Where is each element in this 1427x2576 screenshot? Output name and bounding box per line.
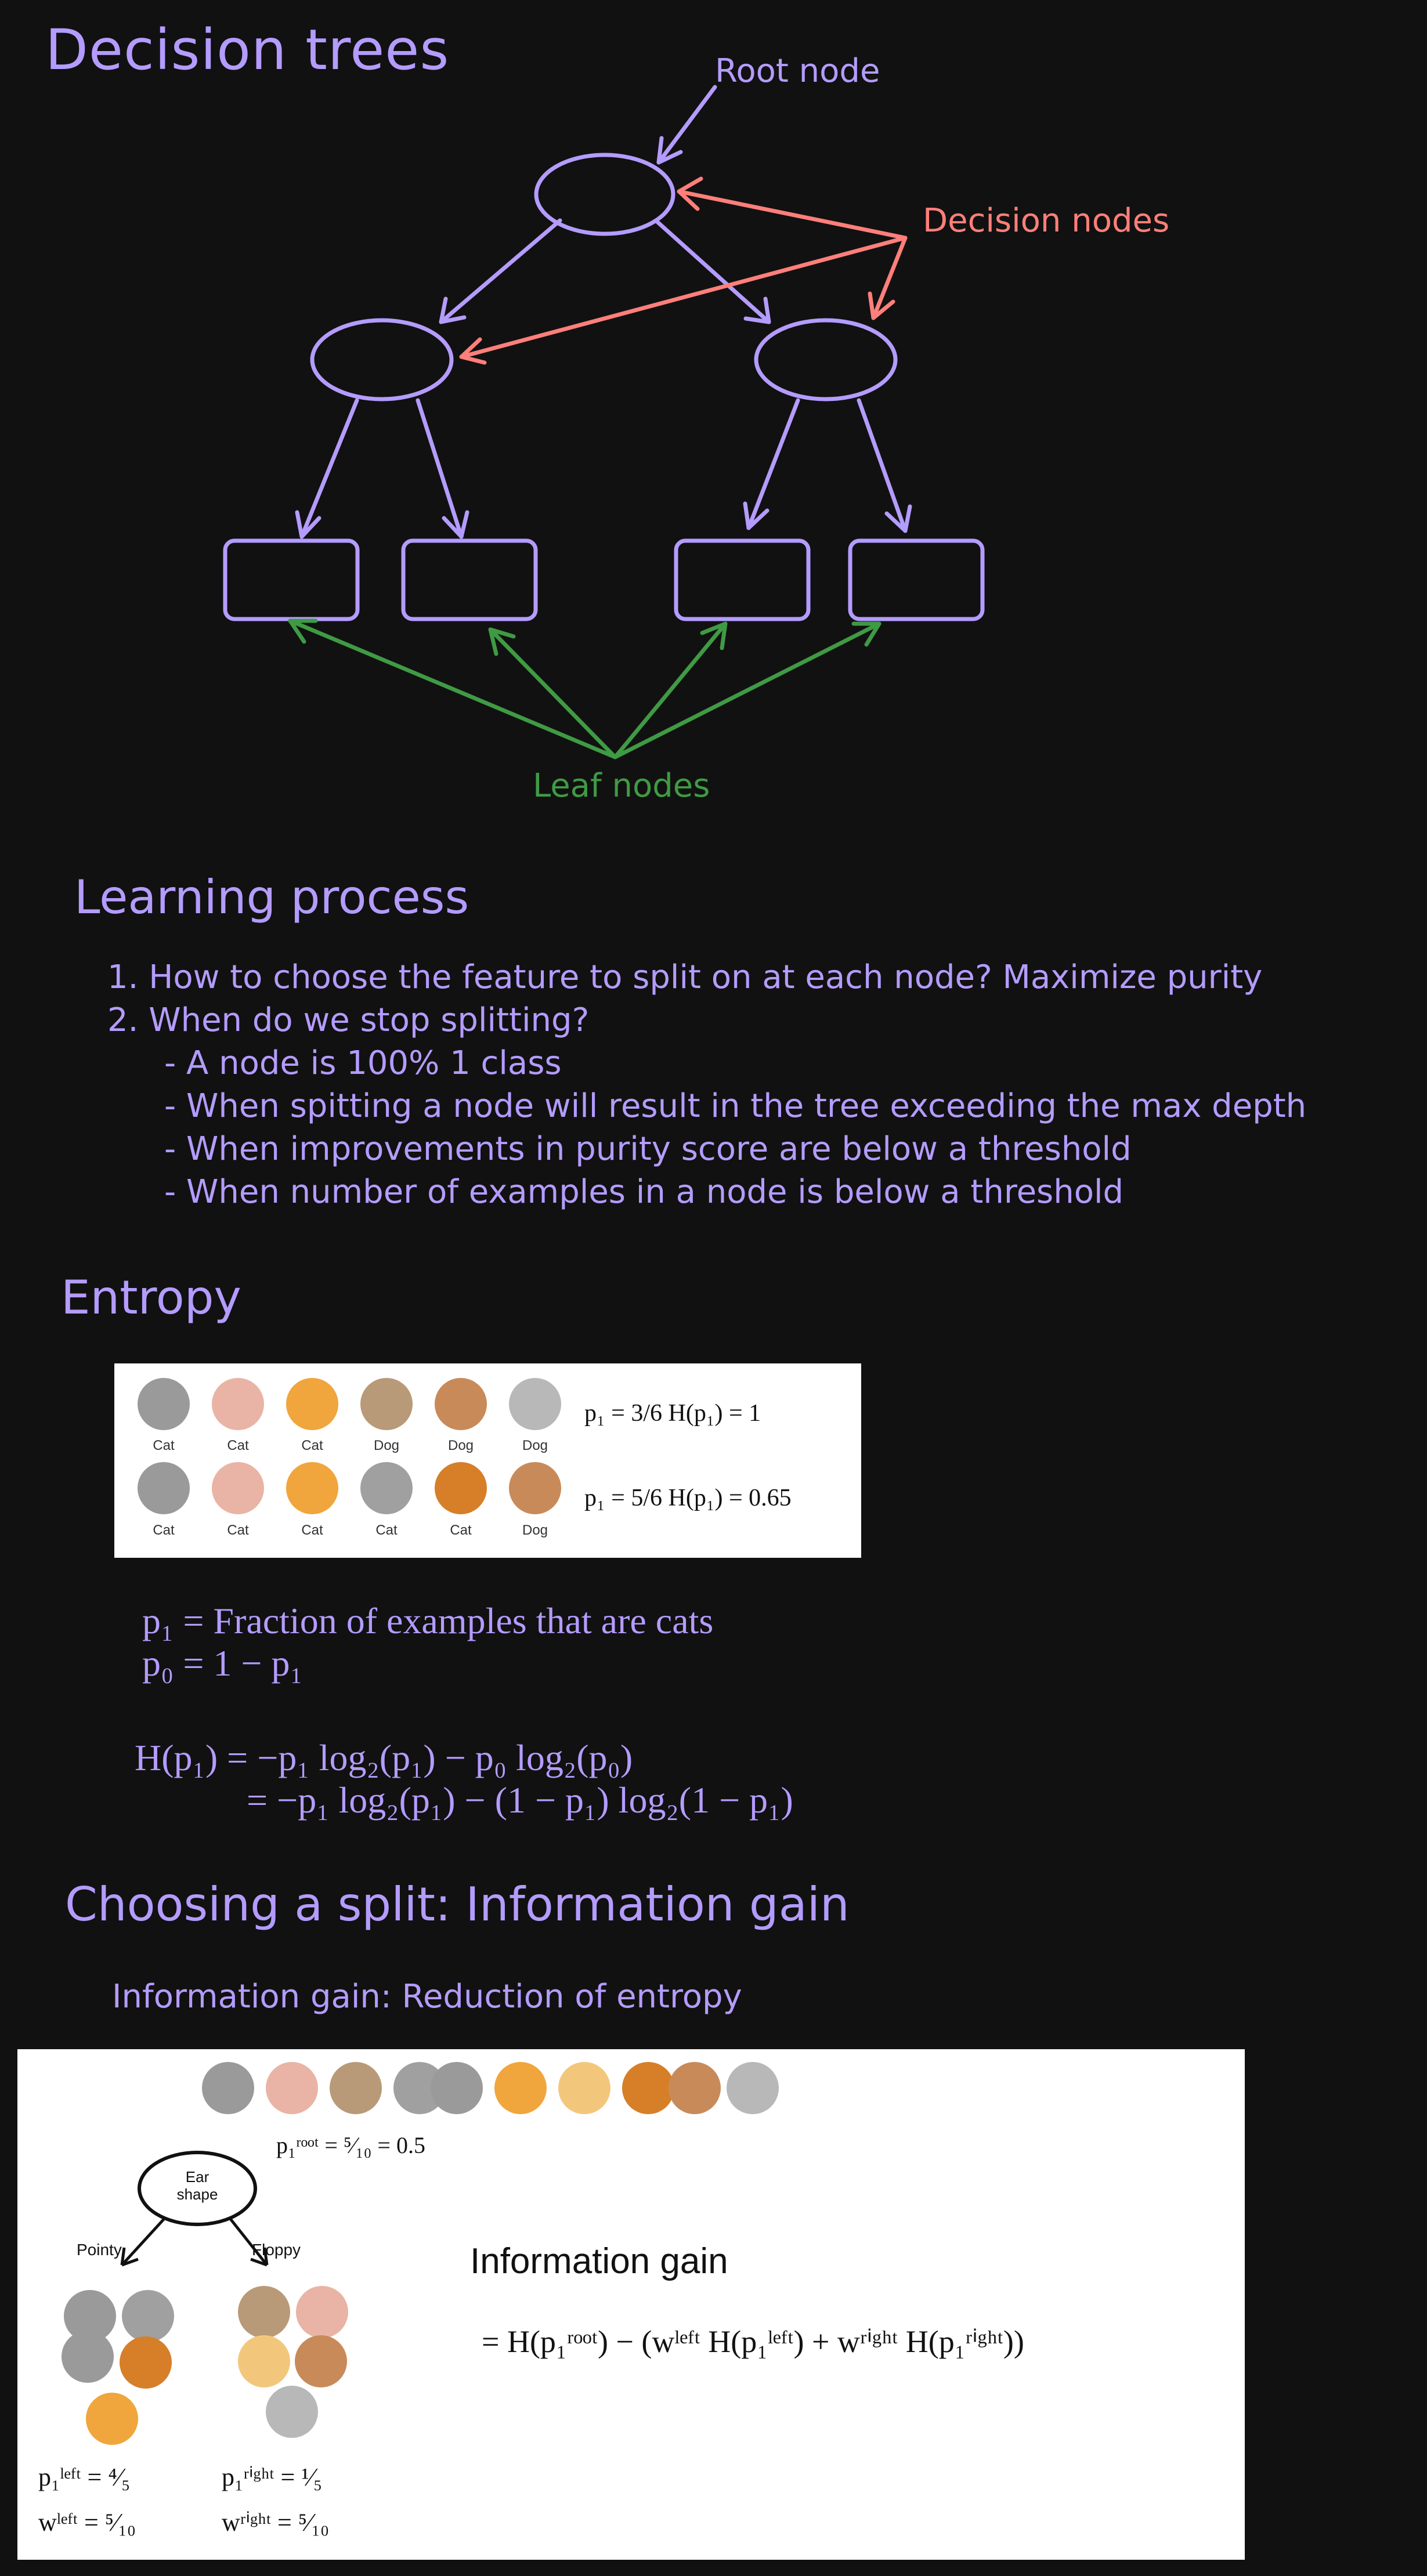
leaf-node-4 [848, 538, 985, 621]
animal-caption: Cat [153, 1522, 175, 1538]
animal-caption: Cat [450, 1522, 472, 1538]
p-left: p₁ˡᵉᶠᵗ = ⁴⁄₅ [38, 2463, 131, 2491]
cat-face-icon [120, 2336, 172, 2389]
edge-left-leaf2 [416, 398, 464, 539]
information-gain-panel: p₁ʳᵒᵒᵗ = ⁵⁄₁₀ = 0.5 Ear shape Pointy Flo… [17, 2049, 1245, 2560]
dog-face-icon [669, 2062, 721, 2114]
animal-caption: Dog [522, 1522, 548, 1538]
leaf-node-3 [674, 538, 811, 621]
edge-right-leaf4 [857, 398, 908, 533]
dog-face-icon [435, 1378, 487, 1430]
dog-face-icon [238, 2335, 290, 2387]
animal-caption: Cat [301, 1522, 323, 1538]
cat-face-icon [138, 1462, 190, 1514]
decision-node-right [754, 318, 898, 401]
cat-face-icon [435, 1462, 487, 1514]
cat-face-icon [62, 2331, 114, 2383]
root-label-arrow [656, 85, 717, 165]
learning-heading: Learning process [74, 870, 469, 924]
split-heading: Choosing a split: Information gain [65, 1877, 850, 1931]
edge-root-left [439, 218, 562, 324]
cat-face-icon [212, 1378, 264, 1430]
row1-formula: p₁ = 3/6 H(p₁) = 1 [584, 1400, 761, 1427]
w-left: wˡᵉᶠᵗ = ⁵⁄₁₀ [38, 2508, 136, 2537]
animal-caption: Cat [227, 1522, 249, 1538]
leaf-arrow-2 [488, 627, 617, 759]
animal-caption: Cat [227, 1438, 249, 1453]
dog-face-icon [360, 1378, 413, 1430]
edge-right-leaf3 [746, 398, 800, 530]
decision-arrow-root [677, 189, 908, 240]
decision-arrow-left [459, 236, 908, 359]
animal-caption: Cat [375, 1522, 398, 1538]
edge-root-right [653, 218, 771, 324]
row2-formula: p₁ = 5/6 H(p₁) = 0.65 [584, 1485, 792, 1511]
decision-node-left [310, 318, 454, 401]
dog-face-icon [266, 2386, 318, 2438]
cat-face-icon [494, 2062, 547, 2114]
cat-face-icon [360, 1462, 413, 1514]
decision-tree-diagram [223, 85, 985, 759]
dog-face-icon [558, 2062, 610, 2114]
cat-face-icon [286, 1462, 338, 1514]
animal-caption: Cat [301, 1438, 323, 1453]
leaf-node-1 [223, 538, 360, 621]
cat-face-icon [122, 2290, 174, 2342]
cat-face-icon [286, 1378, 338, 1430]
dog-face-icon [295, 2335, 347, 2387]
learning-item-1: 1. How to choose the feature to split on… [107, 958, 1263, 996]
edge-left-leaf1 [299, 398, 359, 539]
leaf-arrow-3 [613, 621, 728, 759]
dog-face-icon [727, 2062, 779, 2114]
dog-face-icon [509, 1462, 561, 1514]
entropy-examples-panel: Cat Cat Cat Dog Dog Dog p₁ = 3/6 H(p₁) =… [114, 1363, 861, 1558]
animal-caption: Cat [153, 1438, 175, 1453]
cat-face-icon [622, 2062, 674, 2114]
information-gain-formula: = H(p₁ʳᵒᵒᵗ) − (wˡᵉᶠᵗ H(p₁ˡᵉᶠᵗ) + wʳⁱᵍʰᵗ … [482, 2324, 1024, 2359]
split-subheading: Information gain: Reduction of entropy [112, 1978, 742, 2016]
dog-face-icon [509, 1378, 561, 1430]
information-gain-title: Information gain [470, 2241, 728, 2281]
leaf-nodes-label: Leaf nodes [533, 767, 710, 805]
learning-item-2: 2. When do we stop splitting? [107, 1001, 590, 1039]
learning-subitem-1: - A node is 100% 1 class [164, 1044, 562, 1082]
animal-caption: Dog [447, 1438, 474, 1453]
leaf-node-2 [401, 538, 538, 621]
decision-nodes-label: Decision nodes [923, 202, 1170, 240]
learning-subitem-2: - When spitting a node will result in th… [164, 1087, 1307, 1125]
animal-caption: Dog [522, 1438, 548, 1453]
branch-pointy-label: Pointy [77, 2241, 122, 2259]
animal-caption: Dog [373, 1438, 400, 1453]
cat-face-icon [138, 1378, 190, 1430]
root-node-label: Root node [715, 52, 880, 90]
entropy-equation-line1: H(p₁) = −p₁ log₂(p₁) − p₀ log₂(p₀) [135, 1737, 633, 1778]
entropy-definition-p1: p₁ = Fraction of examples that are cats [142, 1600, 714, 1641]
ear-shape-node-label: Ear shape [176, 2168, 218, 2203]
learning-subitem-4: - When number of examples in a node is b… [164, 1173, 1124, 1211]
cat-face-icon [431, 2062, 483, 2114]
leaf-arrow-1 [288, 618, 617, 759]
w-right: wʳⁱᵍʰᵗ = ⁵⁄₁₀ [222, 2508, 330, 2537]
leaf-arrow-4 [613, 621, 882, 759]
entropy-definition-p0: p₀ = 1 − p₁ [142, 1642, 303, 1684]
cat-face-icon [86, 2393, 138, 2445]
entropy-equation-line2: = −p₁ log₂(p₁) − (1 − p₁) log₂(1 − p₁) [247, 1779, 793, 1821]
p-right: p₁ʳⁱᵍʰᵗ = ¹⁄₅ [222, 2463, 323, 2491]
entropy-heading: Entropy [61, 1271, 241, 1325]
cat-face-icon [212, 1462, 264, 1514]
dog-face-icon [238, 2286, 290, 2338]
learning-subitem-3: - When improvements in purity score are … [164, 1130, 1132, 1168]
branch-floppy-label: Floppy [252, 2241, 301, 2259]
cat-face-icon [296, 2286, 348, 2338]
